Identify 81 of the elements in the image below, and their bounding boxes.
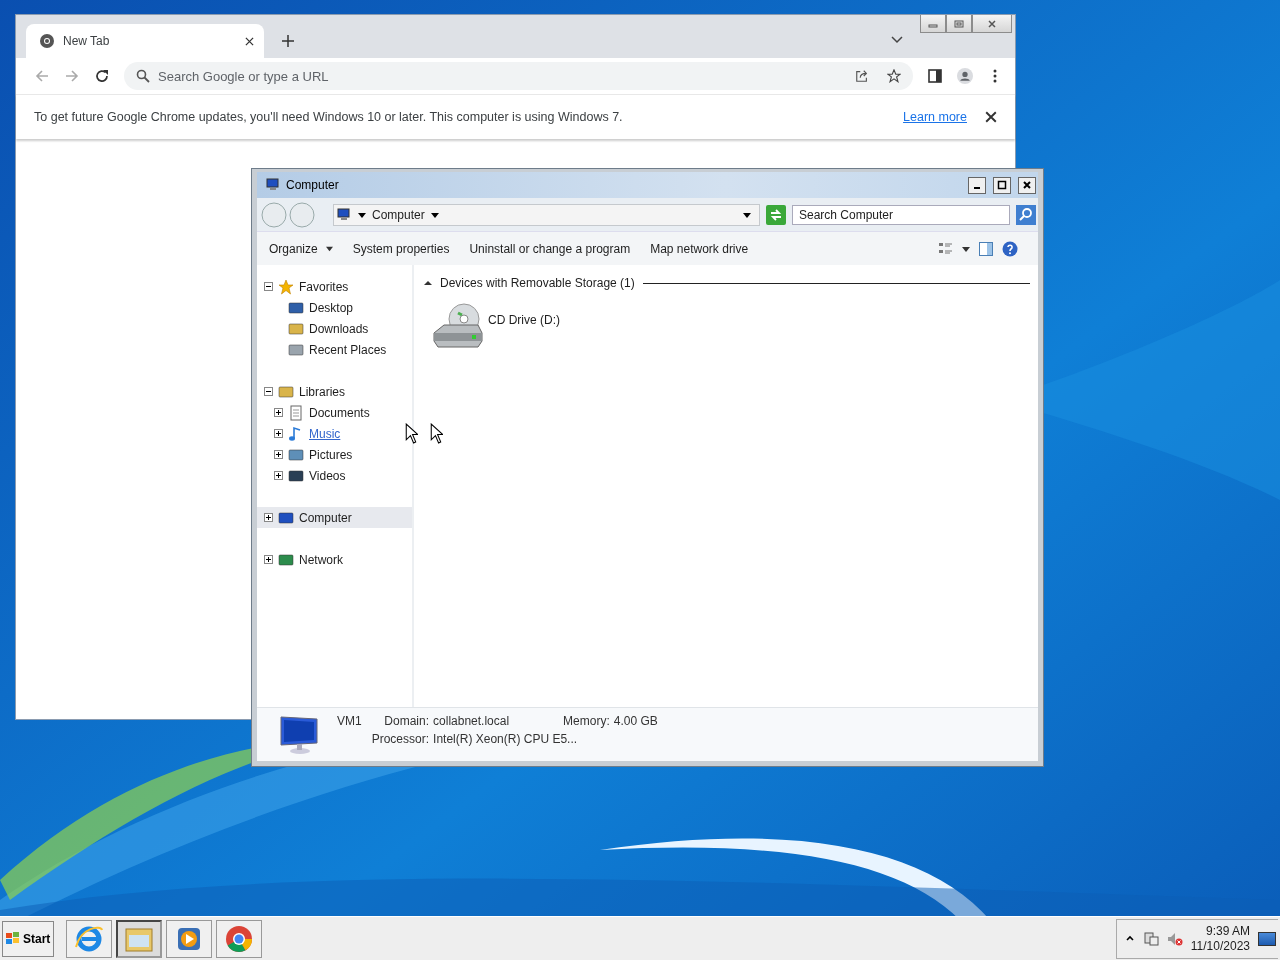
- detail-value: Intel(R) Xeon(R) CPU E5...: [433, 732, 579, 746]
- computer-name: VM1: [337, 714, 362, 728]
- minimize-icon: [974, 187, 980, 189]
- nav-item[interactable]: Videos: [257, 465, 412, 486]
- nav-item[interactable]: Favorites: [257, 276, 412, 297]
- drive-item[interactable]: CD Drive (D:): [432, 303, 560, 349]
- collapse-icon[interactable]: [264, 387, 273, 396]
- start-button[interactable]: Start: [2, 920, 55, 957]
- minimize-button[interactable]: [968, 176, 986, 194]
- expand-icon[interactable]: [274, 471, 283, 480]
- maximize-button[interactable]: [993, 176, 1011, 194]
- toolbar-button[interactable]: Uninstall or change a program: [463, 238, 637, 259]
- refresh-icon[interactable]: [766, 204, 786, 225]
- nav-item[interactable]: Desktop: [257, 297, 412, 318]
- nav-item[interactable]: Pictures: [257, 444, 412, 465]
- search-field[interactable]: Search Computer: [792, 204, 1010, 225]
- toolbar-button[interactable]: System properties: [346, 238, 456, 259]
- nav-item[interactable]: Network: [257, 549, 412, 570]
- profile-icon[interactable]: [957, 68, 973, 84]
- group-heading[interactable]: Devices with Removable Storage (1): [440, 276, 635, 290]
- caret-icon[interactable]: [962, 244, 970, 253]
- caret-icon: [325, 245, 333, 252]
- cursor-icon: [405, 423, 418, 444]
- share-icon[interactable]: [855, 69, 869, 83]
- nav-item[interactable]: Recent Places: [257, 339, 412, 360]
- chevron-down-icon[interactable]: [891, 36, 903, 44]
- toolbar-button[interactable]: Map network drive: [644, 238, 755, 259]
- view-options-icon[interactable]: [938, 240, 954, 257]
- close-icon[interactable]: [985, 111, 997, 123]
- address-field[interactable]: Search Google or type a URL: [124, 62, 913, 90]
- new-tab-icon[interactable]: [282, 35, 294, 47]
- browser-tab[interactable]: New Tab: [26, 24, 264, 58]
- expand-icon[interactable]: [274, 450, 283, 459]
- documents-icon: [288, 404, 304, 421]
- star-icon[interactable]: [887, 69, 901, 83]
- detail-value: collabnet.local: [433, 714, 510, 728]
- search-icon[interactable]: [1016, 204, 1036, 225]
- windows-logo-icon: [6, 931, 20, 946]
- maximize-icon: [997, 180, 1007, 190]
- star-icon: [278, 278, 294, 295]
- close-icon: [987, 18, 997, 29]
- preview-pane-icon[interactable]: [978, 240, 994, 257]
- window-title: Computer: [286, 178, 339, 192]
- cd-drive-icon: [432, 303, 484, 349]
- expand-icon[interactable]: [274, 429, 283, 438]
- address-bar[interactable]: Computer: [333, 203, 760, 226]
- chrome-taskbar-button[interactable]: [216, 919, 263, 958]
- restore-button[interactable]: [946, 15, 972, 33]
- close-icon: [1022, 180, 1032, 190]
- nav-item[interactable]: Documents: [257, 402, 412, 423]
- update-message: To get future Google Chrome updates, you'll need Windows 10 or later. This computer is using Windows 7.: [34, 110, 624, 124]
- cursor-icon: [430, 423, 443, 444]
- expand-icon[interactable]: [264, 555, 273, 564]
- chrome-logo-icon: [39, 33, 55, 49]
- caret-icon[interactable]: [358, 210, 366, 219]
- media-taskbar-button[interactable]: [166, 919, 213, 958]
- nav-item[interactable]: Computer: [257, 507, 412, 528]
- caret-icon[interactable]: [430, 210, 439, 219]
- breadcrumb-item[interactable]: Computer: [372, 207, 425, 222]
- collapse-icon[interactable]: [264, 282, 273, 291]
- nav-item[interactable]: Libraries: [257, 381, 412, 402]
- close-button[interactable]: [1018, 176, 1036, 194]
- show-desktop-button[interactable]: [1258, 931, 1276, 946]
- detail-label: Processor:: [371, 732, 430, 746]
- help-icon[interactable]: [1002, 240, 1018, 257]
- reload-icon[interactable]: [94, 68, 110, 84]
- expand-icon[interactable]: [274, 408, 283, 417]
- detail-label: Memory:: [563, 714, 610, 728]
- side-panel-icon[interactable]: [927, 68, 943, 84]
- close-icon[interactable]: [245, 36, 254, 46]
- learn-more-link[interactable]: Learn more: [903, 110, 967, 124]
- nav-item[interactable]: Downloads: [257, 318, 412, 339]
- caret-icon[interactable]: [743, 210, 751, 219]
- expand-icon[interactable]: [264, 513, 273, 522]
- detail-value: 4.00 GB: [613, 714, 658, 728]
- folder-taskbar-button[interactable]: [116, 919, 163, 958]
- toolbar-button[interactable]: Organize: [263, 238, 339, 259]
- search-icon: [136, 69, 150, 83]
- restore-icon: [954, 18, 964, 29]
- detail-label: Domain:: [384, 714, 430, 728]
- collapse-icon[interactable]: [424, 279, 432, 287]
